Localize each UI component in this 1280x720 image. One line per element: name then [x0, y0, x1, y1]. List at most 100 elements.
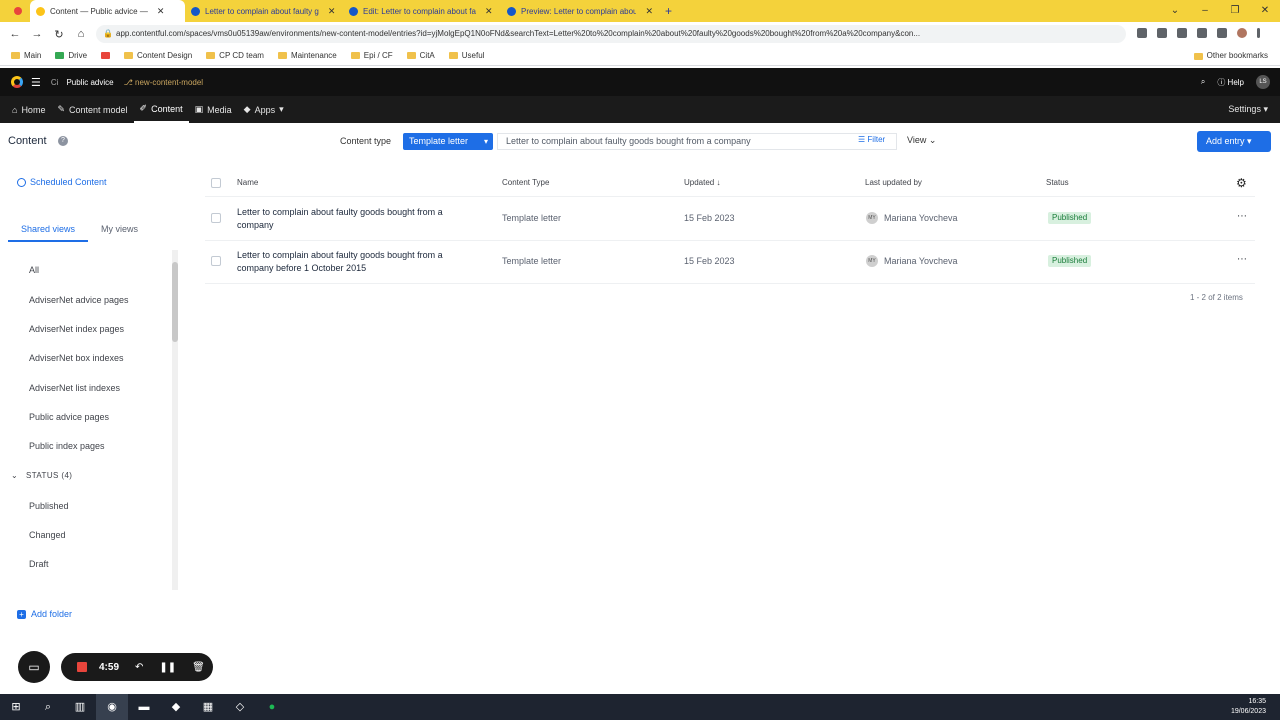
- row-checkbox[interactable]: [211, 213, 221, 223]
- tab-edit[interactable]: Edit: Letter to complain about fa ✕: [343, 0, 501, 22]
- nav-content-model[interactable]: ✎ Content model: [51, 96, 133, 123]
- tab-my-views[interactable]: My views: [88, 224, 151, 242]
- more-actions-icon[interactable]: ⋯: [1237, 211, 1247, 222]
- nav-content[interactable]: ✐ Content: [133, 96, 189, 123]
- space-name[interactable]: Public advice: [66, 78, 113, 87]
- column-header-last-updated-by[interactable]: Last updated by: [865, 178, 922, 187]
- gear-icon[interactable]: ⚙: [1236, 176, 1247, 190]
- search-input[interactable]: Letter to complain about faulty goods bo…: [497, 133, 897, 150]
- tab-preview[interactable]: Preview: Letter to complain abou ✕: [501, 0, 659, 22]
- pause-icon[interactable]: ❚❚: [159, 662, 176, 673]
- chevron-down-icon[interactable]: ⌄: [1160, 0, 1190, 22]
- search-icon[interactable]: ⌕: [32, 694, 64, 720]
- nav-home[interactable]: ⌂ Home: [6, 96, 51, 123]
- status-folder[interactable]: ⌄ STATUS (4): [11, 471, 72, 480]
- tab-letter[interactable]: Letter to complain about faulty g ✕: [185, 0, 343, 22]
- app-icon[interactable]: ◆: [160, 694, 192, 720]
- kebab-menu-icon[interactable]: [1257, 28, 1260, 38]
- other-bookmarks[interactable]: Other bookmarks: [1193, 46, 1268, 66]
- bookmark-epi-cf[interactable]: Epi / CF: [344, 51, 400, 60]
- column-header-status[interactable]: Status: [1046, 178, 1069, 187]
- extension-icon[interactable]: [1157, 28, 1167, 38]
- contentful-logo-icon[interactable]: [11, 76, 23, 88]
- help-icon[interactable]: ?: [58, 136, 68, 146]
- reload-icon[interactable]: ↻: [48, 28, 70, 41]
- more-actions-icon[interactable]: ⋯: [1237, 254, 1247, 265]
- nav-apps[interactable]: ◆ Apps ▾: [238, 96, 290, 123]
- status-view-item[interactable]: Published: [29, 501, 69, 511]
- sidebar-icon[interactable]: [1217, 28, 1227, 38]
- entry-name[interactable]: Letter to complain about faulty goods bo…: [237, 249, 472, 275]
- reading-list-icon[interactable]: [1197, 28, 1207, 38]
- profile-avatar[interactable]: [1237, 28, 1247, 38]
- view-item[interactable]: AdviserNet advice pages: [29, 295, 129, 305]
- bookmark-icon[interactable]: [94, 52, 117, 59]
- chrome-icon[interactable]: ◉: [96, 694, 128, 720]
- trash-icon[interactable]: 🗑: [192, 662, 205, 673]
- view-item[interactable]: Public advice pages: [29, 412, 109, 422]
- new-tab-button[interactable]: +: [659, 0, 678, 22]
- tab-content[interactable]: Content — Public advice — ✕: [30, 0, 185, 22]
- bookmark-useful[interactable]: Useful: [442, 51, 492, 60]
- help-menu[interactable]: ⓘ Help: [1217, 77, 1244, 88]
- view-item[interactable]: AdviserNet box indexes: [29, 353, 124, 363]
- view-item[interactable]: Public index pages: [29, 441, 105, 451]
- minimize-icon[interactable]: –: [1190, 0, 1220, 22]
- puzzle-icon[interactable]: [1177, 28, 1187, 38]
- extension-icon[interactable]: [1137, 28, 1147, 38]
- sidebar-scrollbar[interactable]: [172, 250, 178, 590]
- app-icon[interactable]: ◇: [224, 694, 256, 720]
- close-icon[interactable]: ✕: [1250, 0, 1280, 22]
- row-checkbox[interactable]: [211, 256, 221, 266]
- app-icon[interactable]: ▦: [192, 694, 224, 720]
- content-type-select[interactable]: Template letter ▾: [403, 133, 493, 150]
- view-button[interactable]: View ⌄: [907, 135, 936, 146]
- stop-recording-icon[interactable]: [77, 662, 87, 672]
- environment-badge[interactable]: ⎇ new-content-model: [124, 78, 204, 87]
- column-header-content-type[interactable]: Content Type: [502, 178, 549, 187]
- bookmark-cita[interactable]: CitA: [400, 51, 442, 60]
- tab-shared-views[interactable]: Shared views: [8, 224, 89, 242]
- status-view-item[interactable]: Draft: [29, 559, 49, 569]
- windows-start-icon[interactable]: ⊞: [0, 694, 32, 720]
- spotify-icon[interactable]: ●: [256, 694, 288, 720]
- bookmark-drive[interactable]: Drive: [48, 51, 94, 60]
- column-header-name[interactable]: Name: [237, 178, 258, 187]
- entry-name[interactable]: Letter to complain about faulty goods bo…: [237, 206, 472, 232]
- view-item[interactable]: AdviserNet index pages: [29, 324, 124, 334]
- back-icon[interactable]: ←: [4, 28, 26, 40]
- add-entry-button[interactable]: Add entry ▾: [1197, 131, 1271, 152]
- add-folder-button[interactable]: + Add folder: [17, 609, 72, 619]
- file-explorer-icon[interactable]: ▬: [128, 694, 160, 720]
- scheduled-content-link[interactable]: Scheduled Content: [17, 177, 107, 187]
- close-tab-icon[interactable]: ✕: [485, 6, 493, 17]
- scrollbar-thumb[interactable]: [172, 262, 178, 342]
- undo-icon[interactable]: ↶: [135, 662, 143, 673]
- bookmark-maintenance[interactable]: Maintenance: [271, 51, 344, 60]
- close-tab-icon[interactable]: ✕: [645, 6, 653, 17]
- status-view-item[interactable]: Changed: [29, 530, 66, 540]
- menu-icon[interactable]: ☰: [31, 76, 41, 89]
- nav-settings[interactable]: Settings ▾: [1228, 96, 1268, 123]
- home-icon[interactable]: ⌂: [70, 28, 92, 40]
- bookmark-cp-cd-team[interactable]: CP CD team: [199, 51, 271, 60]
- search-icon[interactable]: ⌕: [1201, 77, 1205, 87]
- bookmark-content-design[interactable]: Content Design: [117, 51, 199, 60]
- filter-button[interactable]: ☰ Filter: [858, 135, 885, 144]
- user-avatar[interactable]: LS: [1256, 75, 1270, 89]
- view-item[interactable]: All: [29, 265, 39, 275]
- chrome-menu-icon[interactable]: [0, 0, 30, 22]
- select-all-checkbox[interactable]: [211, 178, 221, 188]
- forward-icon[interactable]: →: [26, 28, 48, 40]
- view-item[interactable]: AdviserNet list indexes: [29, 383, 120, 393]
- url-field[interactable]: 🔒 app.contentful.com/spaces/vms0u05139aw…: [96, 25, 1126, 43]
- camera-icon[interactable]: ▭: [18, 651, 50, 683]
- system-clock[interactable]: 16:35 19/06/2023: [1231, 697, 1266, 717]
- maximize-icon[interactable]: ❐: [1220, 0, 1250, 22]
- column-header-updated[interactable]: Updated ↓: [684, 178, 720, 187]
- close-tab-icon[interactable]: ✕: [328, 6, 336, 17]
- close-tab-icon[interactable]: ✕: [157, 6, 165, 17]
- task-view-icon[interactable]: ▥: [64, 694, 96, 720]
- bookmark-main[interactable]: Main: [4, 51, 48, 60]
- nav-media[interactable]: ▣ Media: [189, 96, 238, 123]
